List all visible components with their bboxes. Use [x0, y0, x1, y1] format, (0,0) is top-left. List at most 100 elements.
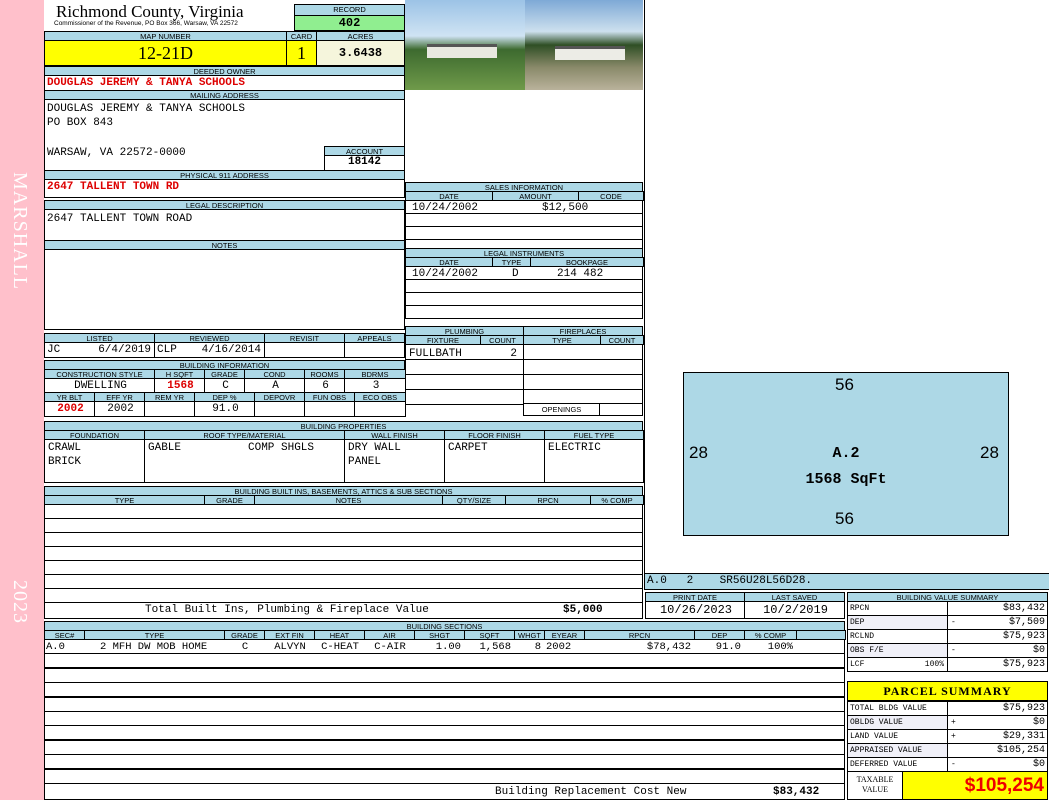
parcel-summary-title: PARCEL SUMMARY — [847, 681, 1048, 701]
bi-value: DWELLING — [44, 378, 155, 393]
tax-year: 2023 — [9, 580, 31, 624]
parcel-item: LAND VALUE — [847, 729, 948, 744]
builtins-total-row: Total Built Ins, Plumbing & Fireplace Va… — [44, 603, 643, 619]
sections-cell: 100% — [767, 641, 793, 653]
listed-value: JC 6/4/2019 — [44, 342, 155, 358]
card-number: 1 — [286, 40, 317, 66]
sections-cell: C — [241, 641, 249, 653]
property-photo-1 — [405, 0, 525, 90]
plumbing-fixture: FULLBATH — [409, 348, 462, 360]
taxable-value: $105,254 — [902, 771, 1048, 800]
bi-value: 3 — [344, 378, 406, 393]
listed-by: JC — [47, 344, 61, 356]
taxable-value-label: TAXABLE VALUE — [847, 771, 903, 800]
parcel-amount: $29,331 — [1002, 731, 1045, 742]
commissioner-address: Commissioner of the Revenue, PO Box 366,… — [54, 20, 238, 27]
sales-row — [405, 226, 643, 240]
sections-row — [44, 653, 845, 669]
plumbing-count: 2 — [510, 348, 517, 360]
revisit-value — [264, 342, 345, 358]
instruments-row — [405, 305, 643, 319]
parcel-amount: $0 — [1032, 759, 1045, 770]
sections-cell: A.0 — [46, 641, 65, 653]
print-date: 10/26/2023 — [645, 601, 745, 619]
value_summary-item: OBS F/E — [847, 643, 948, 658]
value_summary-item: RPCN — [847, 601, 948, 616]
reviewed-by: CLP — [157, 344, 177, 356]
sections-row — [44, 754, 845, 770]
properties-col: WALL FINISH — [344, 430, 445, 440]
fireplace-row — [523, 344, 643, 360]
sales-cell — [0, 201, 100, 214]
value_summary-item: RCLND — [847, 629, 948, 644]
mailing-line2: PO BOX 843 — [47, 117, 114, 129]
parcel-item: OBLDG VALUE — [847, 715, 948, 730]
appeals-value — [344, 342, 405, 358]
builtins-row — [44, 504, 643, 519]
sketch-label: A.2 — [832, 445, 860, 462]
sales-row — [405, 213, 643, 227]
physical-address: 2647 TALLENT TOWN RD — [44, 179, 405, 198]
replacement-cost-label: Building Replacement Cost New — [495, 786, 687, 798]
notes-box[interactable] — [44, 249, 405, 330]
bi-value: A — [244, 378, 305, 393]
sections-row — [44, 725, 845, 741]
parcel-amount: $105,254 — [996, 745, 1045, 756]
sections-cell: 8 — [534, 641, 541, 653]
wall-finish-1: DRY WALL — [348, 442, 401, 454]
instruments-row — [405, 279, 643, 293]
builtins-row — [44, 518, 643, 533]
parcel-amount: $75,923 — [1002, 703, 1045, 714]
bi-value — [354, 401, 406, 417]
side-strip: MARSHALL 2023 — [0, 0, 44, 800]
builtins-row — [44, 532, 643, 547]
value_summary-amount: $75,923 — [1002, 659, 1045, 670]
builtins-total-label: Total Built Ins, Plumbing & Fireplace Va… — [145, 604, 429, 616]
sections-row — [44, 739, 845, 755]
fireplace-row — [523, 374, 643, 390]
sections-row — [44, 711, 845, 726]
wall-finish-2: PANEL — [348, 456, 382, 468]
sections-row — [44, 696, 845, 712]
sections-cell: C-HEAT — [321, 641, 359, 653]
reviewed-value: CLP 4/16/2014 — [154, 342, 265, 358]
builtins-row — [44, 546, 643, 561]
parcel-item: APPRAISED VALUE — [847, 743, 948, 758]
sections-cell — [796, 640, 845, 654]
sections-cell: 2002 — [546, 641, 572, 653]
listed-date: 6/4/2019 — [98, 344, 151, 356]
value_summary-amount: $7,509 — [1008, 617, 1045, 628]
sketch-vectors: A.0 2 SR56U28L56D28. — [645, 573, 1049, 589]
foundation-1: CRAWL — [48, 442, 82, 454]
sections-row — [44, 667, 845, 683]
sketch-dim-top: 56 — [835, 375, 854, 394]
map-number: 12-21D — [44, 40, 287, 66]
bi-value — [144, 401, 195, 417]
parcel-item: TOTAL BLDG VALUE — [847, 701, 948, 716]
bi-value: 1568 — [154, 378, 205, 393]
openings-label: OPENINGS — [523, 403, 600, 416]
value_summary-item: DEP — [847, 615, 948, 630]
sections-cell: $78,432 — [646, 641, 691, 653]
bi-value: 91.0 — [194, 401, 255, 417]
fuel-type: ELECTRIC — [548, 442, 601, 454]
openings-value — [599, 403, 643, 416]
fireplace-row — [523, 359, 643, 375]
instruments-row — [405, 292, 643, 306]
last-saved-date: 10/2/2019 — [744, 601, 845, 619]
sketch-area: 1568 SqFt — [805, 471, 887, 488]
sections-cell: C-AIR — [374, 641, 406, 653]
sections-cell: 1.00 — [435, 641, 461, 653]
parcel-amount: $0 — [1032, 717, 1045, 728]
builtins-row — [44, 574, 643, 589]
sketch-panel: 56 56 28 28 A.2 1568 SqFt A.0 2 SR56U28L… — [644, 0, 1049, 590]
properties-col: FUEL TYPE — [544, 430, 644, 440]
reviewed-date: 4/16/2014 — [201, 344, 261, 356]
deeded-owner: DOUGLAS JEREMY & TANYA SCHOOLS — [44, 75, 405, 91]
bi-value: 2002 — [44, 401, 95, 417]
sections-cell: 1,568 — [479, 641, 511, 653]
builtins-row — [44, 560, 643, 575]
property-photo-2 — [525, 0, 643, 90]
sections-total-row: Building Replacement Cost New $83,432 — [44, 783, 845, 800]
sections-row — [44, 768, 845, 784]
